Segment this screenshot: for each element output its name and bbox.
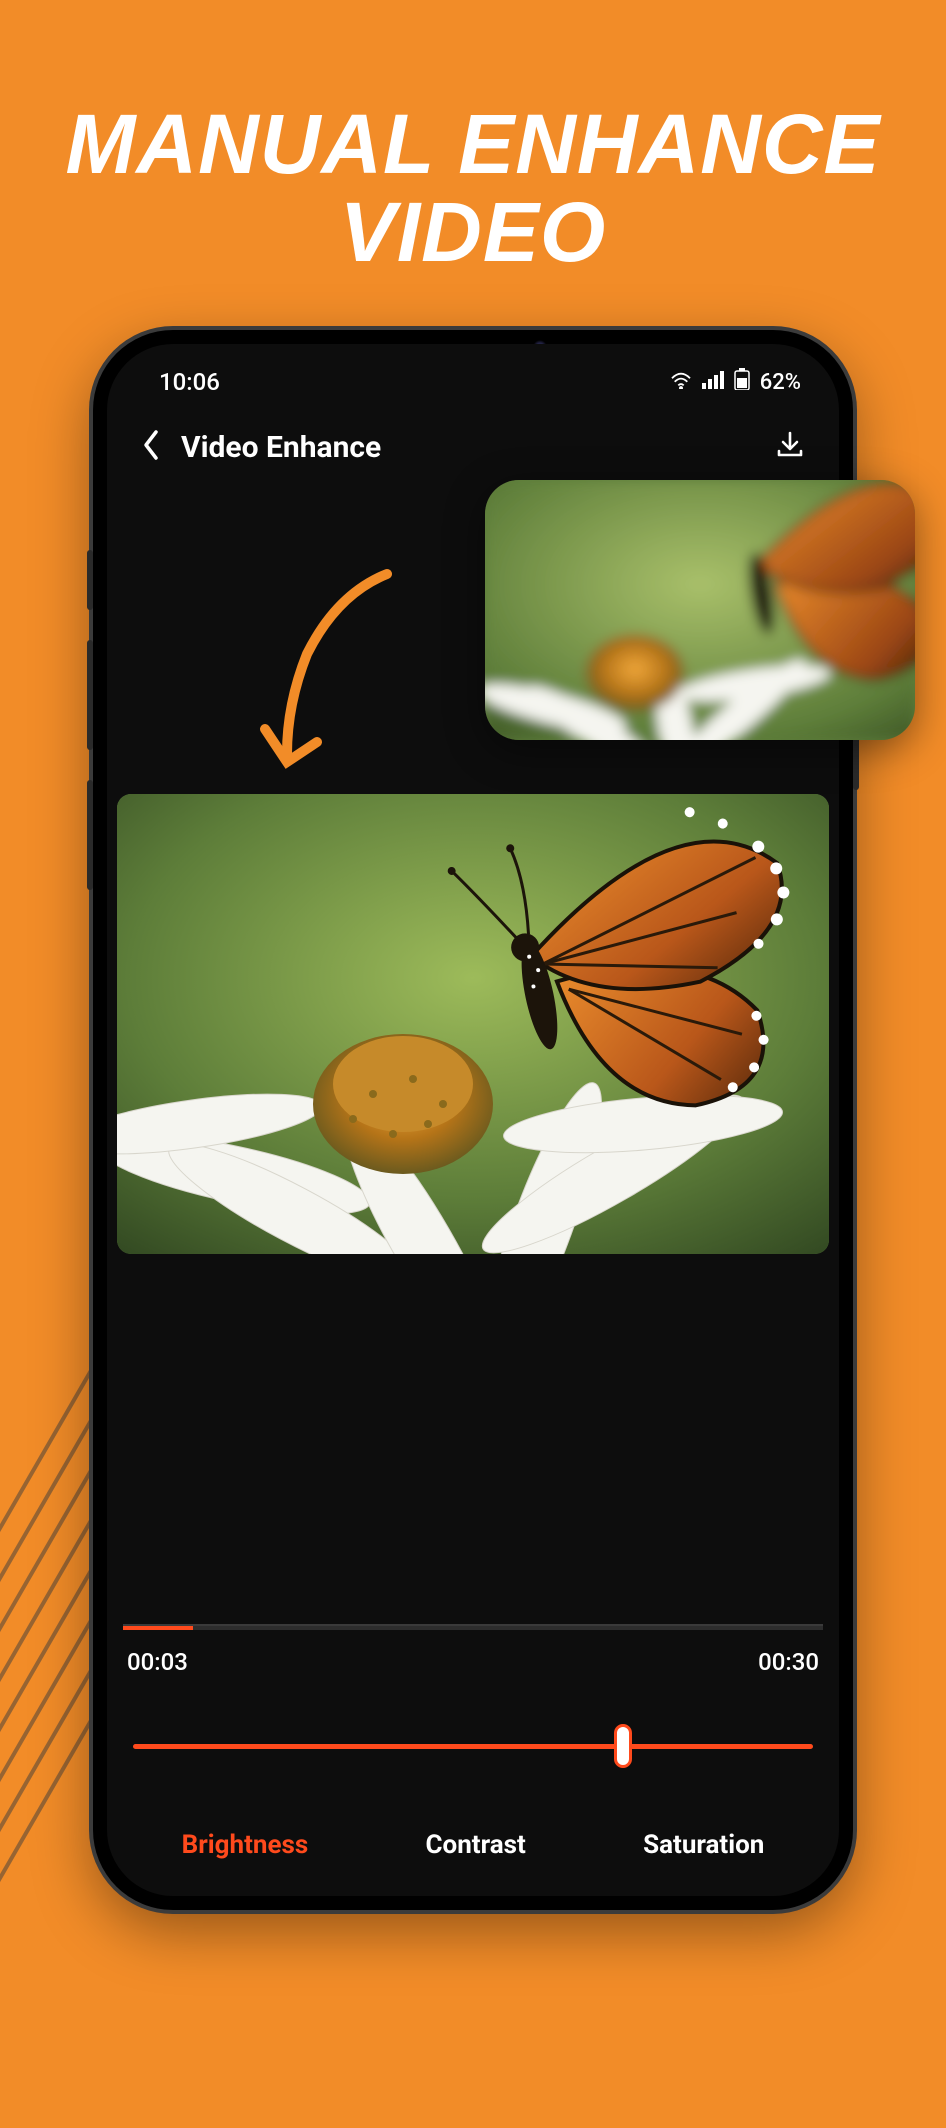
- adjustment-slider[interactable]: [133, 1726, 813, 1766]
- wifi-icon: [670, 370, 692, 395]
- headline-line-2: VIDEO: [340, 185, 606, 279]
- marketing-headline: MANUAL ENHANCE VIDEO: [0, 0, 946, 276]
- title-bar: Video Enhance: [107, 404, 839, 486]
- back-button[interactable]: [141, 428, 161, 466]
- cell-signal-icon: [702, 370, 724, 395]
- progress-track[interactable]: [123, 1624, 823, 1630]
- status-battery-text: 62%: [760, 370, 801, 395]
- battery-icon: [734, 368, 750, 396]
- curved-arrow-icon: [247, 554, 407, 784]
- phone-mockup: 10:06: [93, 330, 853, 1910]
- video-preview[interactable]: [117, 794, 829, 1254]
- headline-line-1: MANUAL ENHANCE: [65, 97, 880, 191]
- slider-handle[interactable]: [614, 1724, 632, 1768]
- progress-fill: [123, 1626, 193, 1630]
- video-timeline[interactable]: 00:03 00:30: [123, 1624, 823, 1676]
- before-thumbnail: [485, 480, 915, 740]
- page-title: Video Enhance: [181, 430, 755, 465]
- download-button[interactable]: [775, 430, 805, 464]
- status-bar: 10:06: [107, 344, 839, 404]
- tab-contrast[interactable]: Contrast: [426, 1830, 526, 1860]
- time-current: 00:03: [127, 1648, 188, 1676]
- adjustment-tabs: Brightness Contrast Saturation: [107, 1830, 839, 1860]
- tab-brightness[interactable]: Brightness: [182, 1830, 309, 1860]
- time-duration: 00:30: [758, 1648, 819, 1676]
- status-time: 10:06: [159, 368, 220, 396]
- slider-track[interactable]: [133, 1744, 813, 1749]
- tab-saturation[interactable]: Saturation: [643, 1830, 764, 1860]
